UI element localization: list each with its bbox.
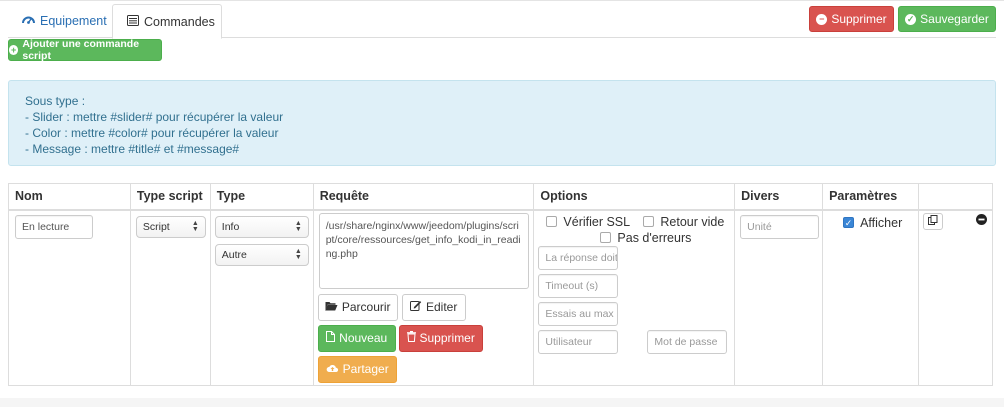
share-button[interactable]: Partager xyxy=(317,355,397,383)
tab-equipement[interactable]: Equipement xyxy=(8,4,121,38)
display-label: Afficher xyxy=(860,215,903,230)
remove-command-icon[interactable] xyxy=(976,213,988,228)
verify-ssl-checkbox[interactable]: Vérifier SSL xyxy=(546,215,630,229)
header-nom: Nom xyxy=(8,183,131,211)
empty-return-checkbox[interactable]: Retour vide xyxy=(643,215,724,229)
minus-circle-icon: − xyxy=(816,13,828,25)
header-parametres: Paramètres xyxy=(822,183,920,211)
cell-type: Info ▲ ▼ Autre ▲ ▼ xyxy=(209,209,314,386)
dashboard-icon xyxy=(22,14,35,28)
display-box[interactable]: ✓ xyxy=(843,217,855,228)
header-type-script: Type script xyxy=(129,183,211,211)
header-actions xyxy=(918,183,993,211)
check-circle-icon: ✓ xyxy=(905,13,917,25)
edit-label: Editer xyxy=(426,300,458,314)
header-type: Type xyxy=(209,183,314,211)
delete-equipment-label: Supprimer xyxy=(831,12,887,26)
info-alert: Sous type : - Slider : mettre #slider# p… xyxy=(8,80,996,166)
cell-parametres: ✓ Afficher xyxy=(822,209,920,386)
folder-open-icon xyxy=(325,300,338,314)
new-script-button[interactable]: Nouveau xyxy=(317,324,396,352)
response-contains-input[interactable]: La réponse doit contenir xyxy=(538,245,619,270)
timeout-input[interactable]: Timeout (s) xyxy=(538,273,619,298)
display-checkbox[interactable]: ✓ Afficher xyxy=(843,216,902,230)
cell-requete: /usr/share/nginx/www/jeedom/plugins/scri… xyxy=(312,209,535,386)
cell-options: Vérifier SSL Retour vide Pas d'erreurs L… xyxy=(533,209,736,386)
delete-equipment-button[interactable]: − Supprimer xyxy=(809,6,894,32)
tab-equipement-label: Equipement xyxy=(40,14,107,28)
info-line-1: Sous type : xyxy=(25,94,86,108)
cell-nom: En lecture xyxy=(8,209,131,386)
top-border xyxy=(0,0,1004,1)
max-tries-input[interactable]: Essais au max xyxy=(538,301,619,326)
info-line-3: - Color : mettre #color# pour récupérer … xyxy=(25,126,279,140)
browse-button[interactable]: Parcourir xyxy=(317,293,398,321)
command-table: Nom Type script Type Requête Options Div… xyxy=(8,183,993,386)
select-arrows-icon: ▲ ▼ xyxy=(191,219,199,233)
table-header-row: Nom Type script Type Requête Options Div… xyxy=(8,183,993,211)
info-line-4: - Message : mettre #title# et #message# xyxy=(25,142,240,156)
type-select[interactable]: Info ▲ ▼ xyxy=(214,215,309,238)
password-input[interactable]: Mot de passe xyxy=(647,329,728,354)
unit-input[interactable]: Unité xyxy=(740,214,820,239)
browse-label: Parcourir xyxy=(341,300,391,314)
edit-button[interactable]: Editer xyxy=(401,293,466,321)
add-command-button[interactable]: + Ajouter une commande script xyxy=(8,38,162,62)
cell-type-script: Script ▲ ▼ xyxy=(129,209,211,386)
select-arrows-icon: ▲ ▼ xyxy=(294,247,302,261)
add-command-label: Ajouter une commande script xyxy=(22,38,140,62)
info-line-2: - Slider : mettre #slider# pour récupére… xyxy=(25,110,284,124)
subtype-value: Autre xyxy=(221,248,247,261)
copy-icon xyxy=(928,214,938,228)
cloud-upload-icon xyxy=(326,362,339,376)
cell-actions xyxy=(918,209,993,386)
no-errors-label: Pas d'erreurs xyxy=(617,230,692,245)
tab-commandes-label: Commandes xyxy=(144,14,215,29)
save-button[interactable]: ✓ Sauvegarder xyxy=(898,6,996,32)
footer-band xyxy=(0,398,1004,407)
file-icon xyxy=(326,331,336,345)
header-requete: Requête xyxy=(312,183,535,211)
edit-icon xyxy=(410,300,422,314)
verify-ssl-box[interactable] xyxy=(546,216,558,227)
copy-button[interactable] xyxy=(923,212,944,230)
type-script-value: Script xyxy=(142,220,170,233)
request-textarea[interactable]: /usr/share/nginx/www/jeedom/plugins/scri… xyxy=(318,212,529,289)
subtype-select[interactable]: Autre ▲ ▼ xyxy=(214,243,309,266)
empty-return-box[interactable] xyxy=(643,216,655,227)
new-script-label: Nouveau xyxy=(339,331,388,345)
verify-ssl-label: Vérifier SSL xyxy=(563,214,631,229)
no-errors-box[interactable] xyxy=(600,232,612,243)
empty-return-label: Retour vide xyxy=(660,214,725,229)
share-label: Partager xyxy=(342,362,389,376)
command-name-input[interactable]: En lecture xyxy=(15,214,93,239)
select-arrows-icon: ▲ ▼ xyxy=(294,219,302,233)
table-row: En lecture Script ▲ ▼ Info ▲ ▼ Autre ▲ ▼… xyxy=(8,209,993,386)
type-value: Info xyxy=(221,220,240,233)
username-input[interactable]: Utilisateur xyxy=(538,329,619,354)
list-alt-icon xyxy=(127,14,139,29)
delete-script-label: Supprimer xyxy=(419,331,475,345)
cell-divers: Unité xyxy=(734,209,824,386)
trash-icon xyxy=(406,331,416,345)
header-divers: Divers xyxy=(734,183,824,211)
plus-circle-icon: + xyxy=(9,45,19,55)
tab-commandes[interactable]: Commandes xyxy=(112,4,222,39)
no-errors-checkbox[interactable]: Pas d'erreurs xyxy=(600,231,691,245)
save-label: Sauvegarder xyxy=(920,12,989,26)
header-options: Options xyxy=(533,183,736,211)
type-script-select[interactable]: Script ▲ ▼ xyxy=(135,215,206,238)
delete-script-button[interactable]: Supprimer xyxy=(398,324,483,352)
